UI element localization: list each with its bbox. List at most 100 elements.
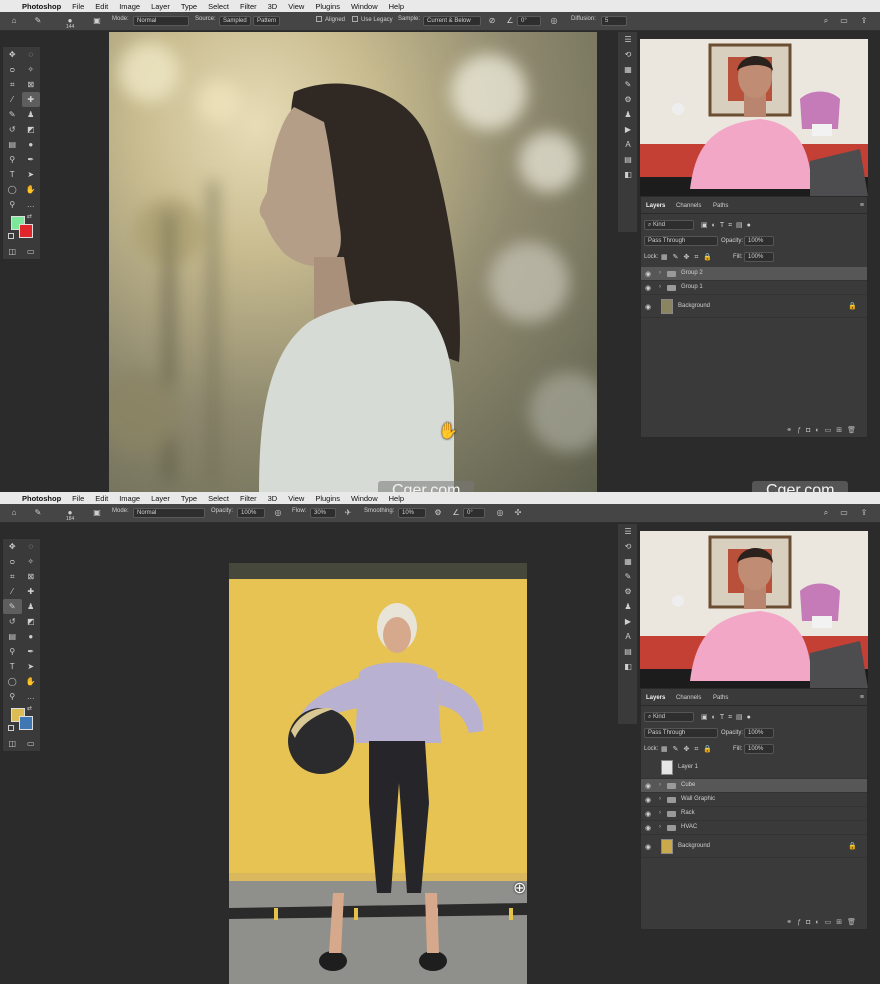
brushes-icon[interactable]: ✎ — [618, 77, 638, 92]
visibility-eye-icon[interactable]: ◉ — [645, 796, 651, 804]
stamp-tool-icon[interactable]: ♟ — [22, 107, 41, 122]
history-icon[interactable]: ⟲ — [618, 539, 638, 554]
panel-menu-icon[interactable]: ≡ — [860, 694, 864, 701]
quick-mask-icon[interactable]: ◫ — [3, 244, 22, 259]
eyedropper-tool-icon[interactable]: ⁄ — [3, 584, 22, 599]
type-tool-icon[interactable]: T — [3, 167, 22, 182]
tab-paths[interactable]: Paths — [713, 695, 728, 701]
screen-mode-icon[interactable]: ▭ — [22, 244, 41, 259]
menu-plugins[interactable]: Plugins — [315, 494, 340, 503]
actions-icon[interactable]: ▶ — [618, 122, 638, 137]
search-icon[interactable]: ⌕ — [820, 507, 832, 519]
workspace-icon[interactable]: ▭ — [838, 15, 850, 27]
angle-field[interactable]: 0° — [517, 16, 541, 26]
diffusion-select[interactable]: 5 — [601, 16, 627, 26]
panel-menu-icon[interactable]: ≡ — [860, 202, 864, 209]
menu-view[interactable]: View — [288, 494, 304, 503]
menu-plugins[interactable]: Plugins — [315, 2, 340, 11]
notes-icon[interactable]: ◧ — [618, 167, 638, 182]
visibility-eye-icon[interactable]: ◉ — [645, 843, 651, 851]
crop-tool-icon[interactable]: ⌗ — [3, 77, 22, 92]
more-tools-icon[interactable]: … — [22, 689, 41, 704]
share-icon[interactable]: ⇪ — [858, 507, 870, 519]
eraser-tool-icon[interactable]: ◩ — [22, 122, 41, 137]
visibility-eye-icon[interactable]: ◉ — [645, 824, 651, 832]
pressure-icon[interactable]: ◎ — [548, 15, 560, 27]
default-colors-icon[interactable] — [8, 233, 14, 239]
home-icon[interactable]: ⌂ — [8, 507, 20, 519]
move-tool-icon[interactable]: ✥ — [3, 539, 22, 554]
blend-mode-select[interactable]: Pass Through — [644, 728, 718, 738]
zoom-tool-icon[interactable]: ⚲ — [3, 689, 22, 704]
menu-layer[interactable]: Layer — [151, 2, 170, 11]
sample-select[interactable]: Current & Below — [423, 16, 481, 26]
healing-brush-tool-icon[interactable]: ✎ — [32, 15, 44, 27]
aligned-checkbox[interactable]: Aligned — [316, 16, 345, 23]
move-tool-icon[interactable]: ✥ — [3, 47, 22, 62]
swap-colors-icon[interactable]: ⇄ — [27, 705, 32, 712]
adjustments-icon[interactable]: ☰ — [618, 32, 638, 47]
zoom-tool-icon[interactable]: ⚲ — [3, 197, 22, 212]
hand-tool-icon[interactable]: ✋ — [22, 674, 41, 689]
home-icon[interactable]: ⌂ — [8, 15, 20, 27]
tab-layers[interactable]: Layers — [646, 203, 665, 209]
background-color-swatch[interactable] — [19, 716, 33, 730]
clone-source-icon[interactable]: ♟ — [618, 599, 638, 614]
tab-channels[interactable]: Channels — [676, 203, 701, 209]
workspace-icon[interactable]: ▭ — [838, 507, 850, 519]
menu-view[interactable]: View — [288, 2, 304, 11]
menu-filter[interactable]: Filter — [240, 494, 257, 503]
share-icon[interactable]: ⇪ — [858, 15, 870, 27]
source-sampled-button[interactable]: Sampled — [219, 16, 251, 26]
layer-row-background[interactable]: ◉ Background 🔒 — [641, 836, 867, 858]
healing-brush-tool-icon[interactable]: ✚ — [22, 584, 41, 599]
properties-icon[interactable]: ⚙ — [618, 584, 638, 599]
dodge-tool-icon[interactable]: ⚲ — [3, 152, 22, 167]
brush-tool-icon[interactable]: ✎ — [3, 599, 22, 614]
canvas-image[interactable] — [229, 563, 527, 984]
menu-select[interactable]: Select — [208, 494, 229, 503]
magic-wand-tool-icon[interactable]: ✧ — [22, 62, 41, 77]
stamp-tool-icon[interactable]: ♟ — [22, 599, 41, 614]
smoothing-settings-icon[interactable]: ⚙ — [432, 507, 444, 519]
eraser-tool-icon[interactable]: ◩ — [22, 614, 41, 629]
shape-tool-icon[interactable]: ◯ — [3, 182, 22, 197]
layer-row-rack[interactable]: ◉ › Rack — [641, 807, 867, 821]
menu-layer[interactable]: Layer — [151, 494, 170, 503]
visibility-eye-icon[interactable]: ◉ — [645, 270, 651, 278]
swatches-icon[interactable]: ▦ — [618, 554, 638, 569]
menu-type[interactable]: Type — [181, 494, 197, 503]
source-pattern-button[interactable]: Pattern — [253, 16, 281, 26]
filter-kind-select[interactable]: ⌕ Kind — [644, 712, 694, 722]
magic-wand-tool-icon[interactable]: ✧ — [22, 554, 41, 569]
more-tools-icon[interactable]: … — [22, 197, 41, 212]
adjustments-icon[interactable]: ☰ — [618, 524, 638, 539]
layer-row-wall-graphic[interactable]: ◉ › Wall Graphic — [641, 793, 867, 807]
screen-mode-icon[interactable]: ▭ — [22, 736, 41, 751]
menu-file[interactable]: File — [72, 2, 84, 11]
menu-file[interactable]: File — [72, 494, 84, 503]
search-icon[interactable]: ⌕ — [820, 15, 832, 27]
smoothing-field[interactable]: 10% — [398, 508, 426, 518]
tab-channels[interactable]: Channels — [676, 695, 701, 701]
eyedropper-tool-icon[interactable]: ⁄ — [3, 92, 22, 107]
gradient-tool-icon[interactable]: ▤ — [3, 137, 22, 152]
visibility-eye-icon[interactable]: ◉ — [645, 303, 651, 311]
airbrush-icon[interactable]: ✈ — [342, 507, 354, 519]
tab-paths[interactable]: Paths — [713, 203, 728, 209]
visibility-eye-icon[interactable]: ◉ — [645, 782, 651, 790]
expand-arrow-icon[interactable]: › — [659, 796, 661, 802]
character-icon[interactable]: A — [618, 629, 638, 644]
blend-mode-select[interactable]: Pass Through — [644, 236, 718, 246]
layer-row-layer-1[interactable]: Layer 1 — [641, 757, 867, 779]
libraries-icon[interactable]: ▤ — [618, 644, 638, 659]
expand-arrow-icon[interactable]: › — [659, 824, 661, 830]
default-colors-icon[interactable] — [8, 725, 14, 731]
blur-tool-icon[interactable]: ● — [22, 629, 41, 644]
blur-tool-icon[interactable]: ● — [22, 137, 41, 152]
layer-row-hvac[interactable]: ◉ › HVAC — [641, 821, 867, 835]
flow-field[interactable]: 30% — [310, 508, 336, 518]
frame-tool-icon[interactable]: ⊠ — [22, 569, 41, 584]
properties-icon[interactable]: ⚙ — [618, 92, 638, 107]
character-icon[interactable]: A — [618, 137, 638, 152]
